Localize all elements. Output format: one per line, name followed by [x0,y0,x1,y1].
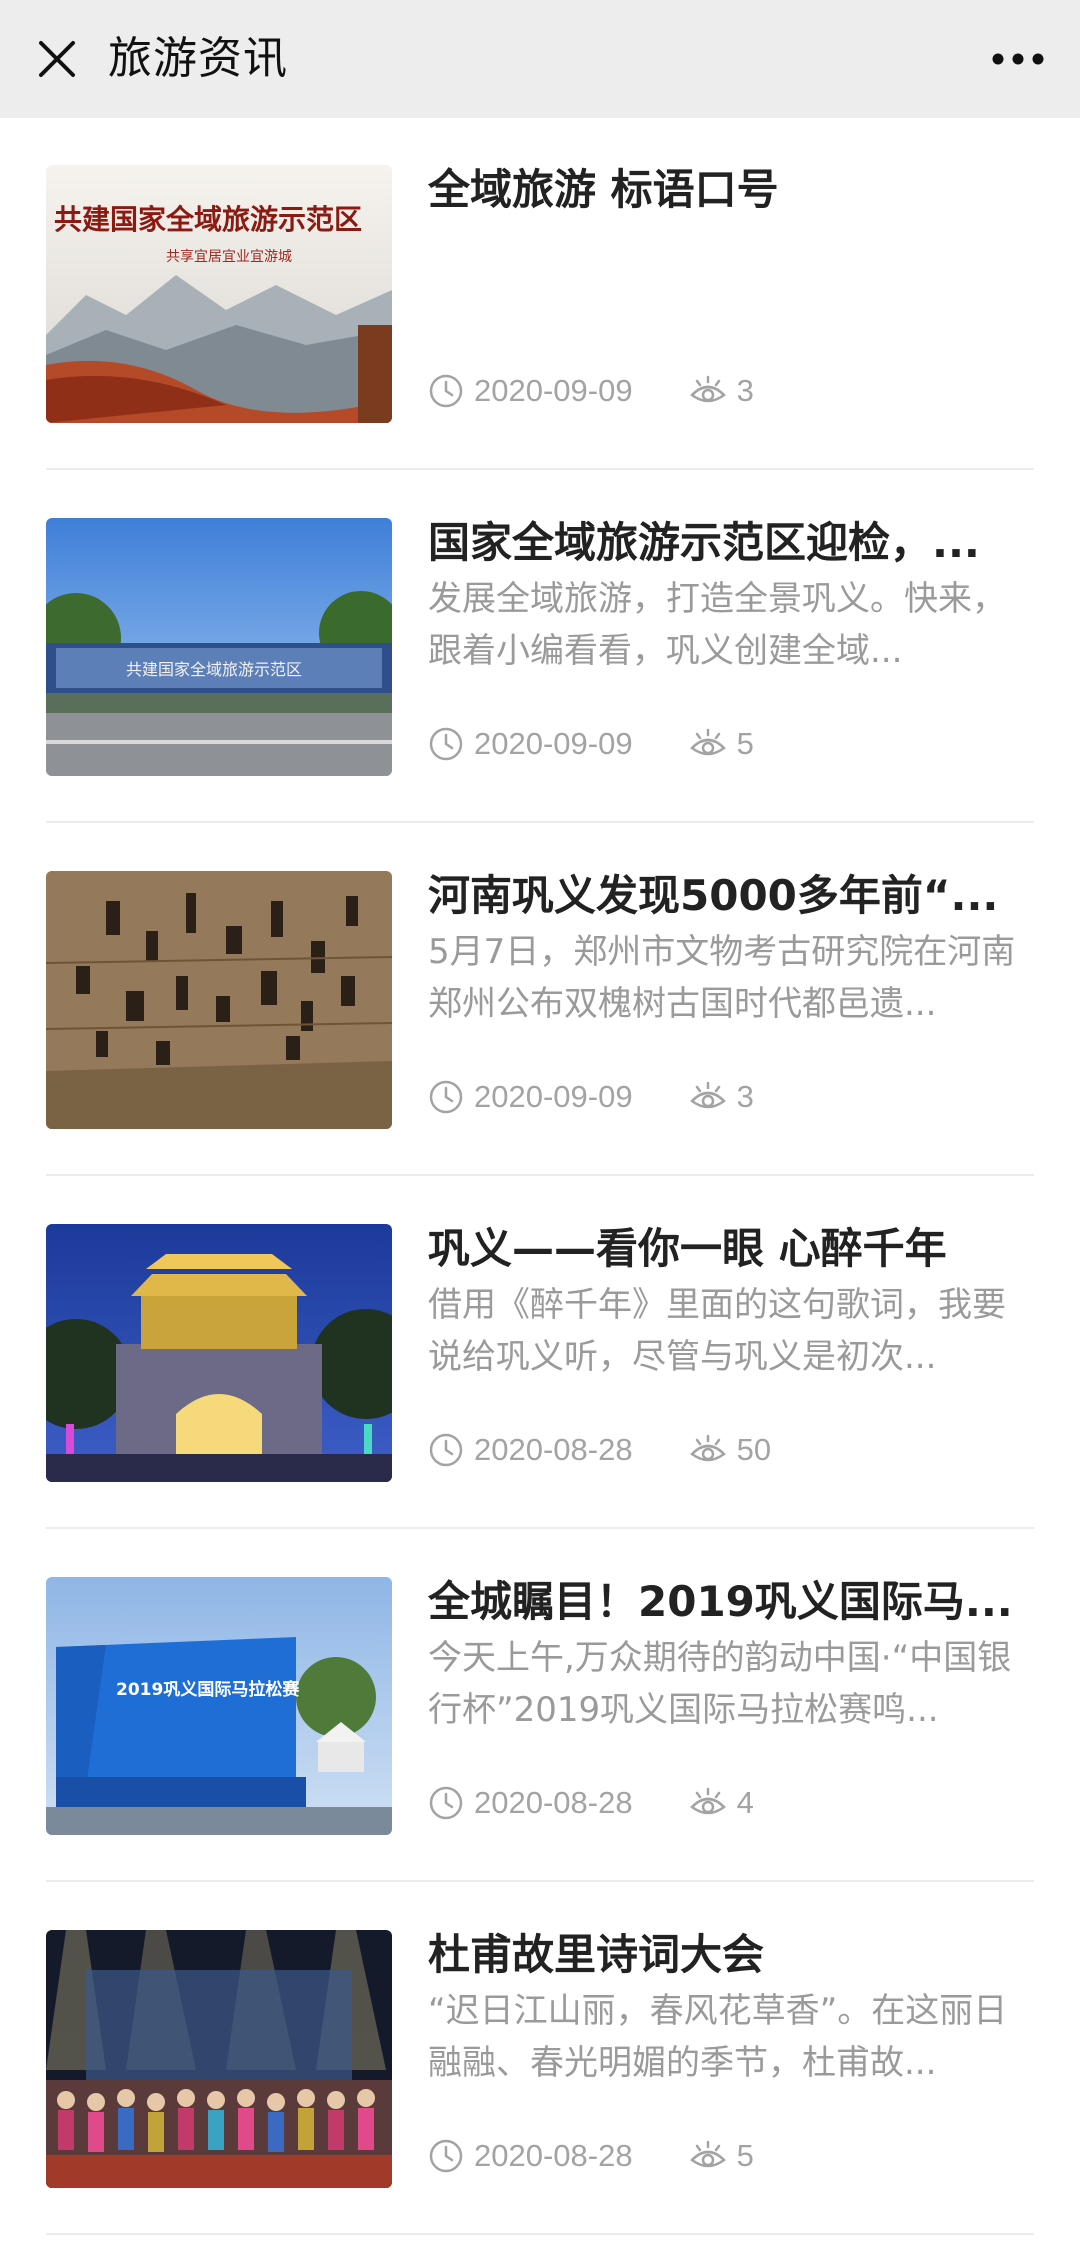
article-summary: 今天上午,万众期待的韵动中国·“中国银行杯”2019巩义国际马拉松赛鸣... [428,1638,1012,1730]
article-summary: 5月7日，郑州市文物考古研究院在河南郑州公布双槐树古国时代都邑遗... [428,932,1016,1024]
clock-icon [429,374,463,408]
views-eye-icon [689,1434,726,1462]
article-date: 2020-09-09 [474,726,633,761]
article-date: 2020-09-09 [474,373,633,408]
article-summary: 借用《醉千年》里面的这句歌词，我要说给巩义听，尽管与巩义是初次... [428,1285,1006,1377]
article-title: 国家全域旅游示范区迎检，... [428,518,980,567]
views-eye-icon [689,375,726,403]
thumbnail-text: 2019巩义国际马拉松赛 [116,1679,300,1700]
clock-icon [429,2139,463,2173]
article-title: 河南巩义发现5000多年前“... [428,871,999,920]
close-icon [39,41,75,77]
article-thumbnail [46,1224,392,1482]
article-summary: 发展全域旅游，打造全景巩义。快来，跟着小编看看，巩义创建全域... [428,579,1006,671]
article-meta: 2020-09-09 3 [428,1074,754,1120]
divider [46,1880,1034,1882]
list-item[interactable]: 杜甫故里诗词大会 “迟日江山丽，春风花草香”。在这丽日融融、春光明媚的季节，杜甫… [46,1883,1036,2236]
article-date: 2020-08-28 [474,1432,633,1467]
article-date: 2020-08-28 [474,2138,633,2173]
page-title: 旅游资讯 [108,33,288,84]
article-summary: “迟日江山丽，春风花草香”。在这丽日融融、春光明媚的季节，杜甫故... [428,1991,1008,2083]
list-item[interactable]: 巩义——看你一眼 心醉千年 借用《醉千年》里面的这句歌词，我要说给巩义听，尽管与… [46,1177,1036,1530]
article-thumbnail: 共建国家全域旅游示范区 [46,518,392,776]
divider [46,2233,1034,2235]
article-meta: 2020-08-28 4 [428,1780,754,1826]
list-item[interactable]: 共建国家全域旅游示范区 共享宜居宜业宜游城 全域旅游 标语口号 2020-09-… [46,118,1036,471]
divider [46,468,1034,470]
article-thumbnail: 共建国家全域旅游示范区 共享宜居宜业宜游城 [46,165,392,423]
article-views: 3 [736,373,754,408]
views-eye-icon [689,1081,726,1109]
article-title: 全域旅游 标语口号 [428,165,779,214]
divider [46,1527,1034,1529]
article-title: 全城瞩目！2019巩义国际马... [428,1577,1013,1626]
article-thumbnail [46,1930,392,2188]
article-meta: 2020-08-28 5 [428,2133,754,2179]
thumbnail-text: 共建国家全域旅游示范区 [54,203,362,236]
article-date: 2020-09-09 [474,1079,633,1114]
divider [46,821,1034,823]
thumbnail-text: 共建国家全域旅游示范区 [126,660,302,679]
article-date: 2020-08-28 [474,1785,633,1820]
close-button[interactable] [22,24,92,94]
article-views: 5 [736,726,754,761]
article-views: 4 [736,1785,754,1820]
more-dots-icon [992,53,1044,65]
clock-icon [429,1080,463,1114]
article-thumbnail [46,871,392,1129]
article-views: 5 [736,2138,754,2173]
views-eye-icon [689,728,726,756]
article-title: 杜甫故里诗词大会 [428,1930,765,1979]
article-thumbnail: 2019巩义国际马拉松赛 [46,1577,392,1835]
views-eye-icon [689,1787,726,1815]
article-title: 巩义——看你一眼 心醉千年 [428,1224,947,1273]
article-meta: 2020-09-09 5 [428,721,754,767]
list-item[interactable]: 共建国家全域旅游示范区 国家全域旅游示范区迎检，... 发展全域旅游，打造全景巩… [46,471,1036,824]
clock-icon [429,727,463,761]
article-meta: 2020-09-09 3 [428,368,754,414]
more-button[interactable] [978,24,1058,94]
thumbnail-subtext: 共享宜居宜业宜游城 [166,248,292,265]
clock-icon [429,1786,463,1820]
article-views: 50 [736,1432,772,1467]
article-views: 3 [736,1079,754,1114]
list-item[interactable]: 2019巩义国际马拉松赛 全城瞩目！2019巩义国际马... 今天上午,万众期待… [46,1530,1036,1883]
divider [46,1174,1034,1176]
views-eye-icon [689,2140,726,2168]
article-meta: 2020-08-28 50 [428,1427,771,1473]
top-bar: 旅游资讯 [0,0,1080,118]
list-item[interactable]: 河南巩义发现5000多年前“... 5月7日，郑州市文物考古研究院在河南郑州公布… [46,824,1036,1177]
clock-icon [429,1433,463,1467]
